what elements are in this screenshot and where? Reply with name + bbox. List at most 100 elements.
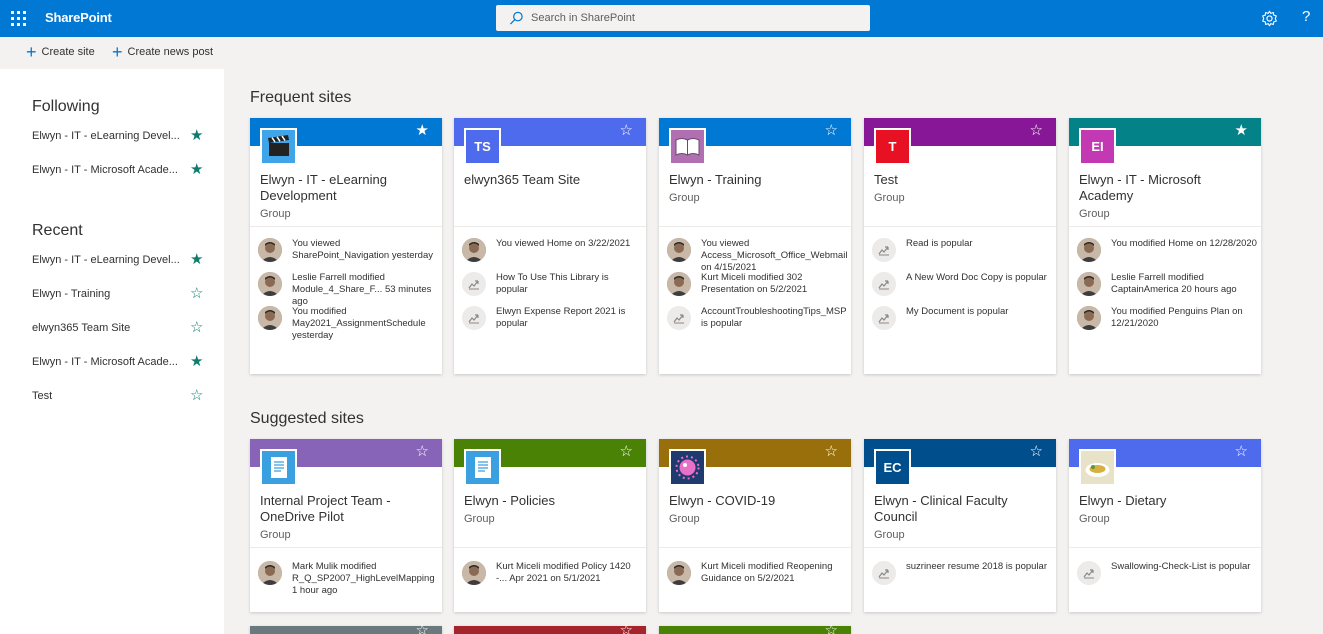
create-site-button[interactable]: + Create site [26, 43, 95, 61]
site-card[interactable]: ☆ [454, 622, 646, 634]
nav-link[interactable]: Elwyn - IT - Microsoft Acade... ★ [32, 353, 212, 373]
trending-icon [667, 306, 691, 330]
activity-item[interactable]: Leslie Farrell modified CaptainAmerica 2… [1077, 272, 1255, 308]
site-card[interactable]: ★ EI Elwyn - IT - Microsoft Academy Group Yo… [1069, 118, 1261, 374]
site-card[interactable]: ☆ Elwyn - Policies Group Kurt Miceli modifi… [454, 439, 646, 612]
activity-item[interactable]: You modified May2021_AssignmentSchedule … [258, 306, 436, 342]
star-filled-icon[interactable]: ★ [416, 122, 429, 140]
star-outline-icon[interactable]: ☆ [825, 443, 838, 461]
star-outline-icon[interactable]: ☆ [1235, 443, 1248, 461]
activity-item[interactable]: How To Use This Library is popular [462, 272, 640, 308]
activity-item[interactable]: A New Word Doc Copy is popular [872, 272, 1050, 308]
nav-link[interactable]: Elwyn - IT - eLearning Devel... ★ [32, 251, 212, 271]
star-filled-icon[interactable]: ★ [190, 127, 203, 145]
site-logo-initials: EC [883, 460, 902, 475]
nav-link[interactable]: Test ☆ [32, 387, 212, 407]
site-logo: EI [1079, 128, 1116, 165]
star-outline-icon[interactable]: ☆ [620, 443, 633, 461]
star-outline-icon[interactable]: ☆ [190, 387, 203, 405]
create-site-label: Create site [41, 46, 95, 58]
help-icon[interactable]: ? [1302, 8, 1310, 25]
activity-item[interactable]: You modified Home on 12/28/2020 [1077, 238, 1257, 274]
site-title[interactable]: Elwyn - IT - eLearning Development [260, 172, 435, 204]
site-card[interactable]: ☆ EC Elwyn - Clinical Faculty Council Group… [864, 439, 1056, 612]
site-card[interactable]: ☆ Elwyn - Training Group You viewed Access_… [659, 118, 851, 374]
site-title[interactable]: Elwyn - Clinical Faculty Council [874, 493, 1049, 525]
activity-item[interactable]: Leslie Farrell modified Module_4_Share_F… [258, 272, 436, 308]
create-news-post-button[interactable]: + Create news post [112, 43, 213, 61]
star-outline-icon[interactable]: ☆ [1030, 443, 1043, 461]
star-filled-icon[interactable]: ★ [190, 251, 203, 269]
site-title[interactable]: Elwyn - Dietary [1079, 493, 1254, 509]
activity-item[interactable]: Elwyn Expense Report 2021 is popular [462, 306, 640, 342]
activity-item[interactable]: Swallowing-Check-List is popular [1077, 561, 1255, 597]
virus-icon [669, 449, 706, 486]
activity-item[interactable]: AccountTroubleshootingTips_MSP is popula… [667, 306, 846, 342]
nav-link-label: Elwyn - IT - Microsoft Acade... [32, 164, 178, 176]
nav-link-label: Elwyn - IT - eLearning Devel... [32, 254, 180, 266]
site-card[interactable]: ☆ [659, 622, 851, 634]
avatar [1077, 306, 1101, 330]
site-card[interactable]: ☆ Elwyn - COVID-19 Group Kurt Miceli modifi… [659, 439, 851, 612]
site-card[interactable]: ☆ TS elwyn365 Team Site You viewed Home on … [454, 118, 646, 374]
star-outline-icon[interactable]: ☆ [620, 122, 633, 140]
star-outline-icon[interactable]: ☆ [416, 443, 429, 461]
star-filled-icon[interactable]: ★ [1235, 122, 1248, 140]
suggested-sites-heading: Suggested sites [250, 410, 364, 427]
star-outline-icon[interactable]: ☆ [1030, 122, 1043, 140]
nav-link[interactable]: Elwyn - IT - Microsoft Acade... ★ [32, 161, 212, 181]
activity-item[interactable]: You viewed Access_Microsoft_Office_Webma… [667, 238, 847, 274]
site-logo: TS [464, 128, 501, 165]
settings-gear-icon[interactable] [1261, 10, 1278, 27]
avatar [462, 238, 486, 262]
app-title[interactable]: SharePoint [45, 10, 112, 25]
app-launcher-icon[interactable] [11, 11, 26, 26]
activity-text: Leslie Farrell modified CaptainAmerica 2… [1111, 272, 1237, 295]
activity-item[interactable]: Mark Mulik modified R_Q_SP2007_HighLevel… [258, 561, 436, 597]
site-card[interactable]: ☆ T Test Group Read is popular A New Word Doc… [864, 118, 1056, 374]
site-title[interactable]: Test [874, 172, 1049, 188]
site-card[interactable]: ☆ Elwyn - Dietary Group Swallowing-Check-Li… [1069, 439, 1261, 612]
book-icon [669, 128, 706, 165]
site-title[interactable]: elwyn365 Team Site [464, 172, 639, 188]
trending-icon [872, 306, 896, 330]
activity-item[interactable]: My Document is popular [872, 306, 1050, 342]
left-navigation: Following Elwyn - IT - eLearning Devel..… [0, 69, 224, 634]
site-type-label: Group [464, 513, 495, 525]
site-title[interactable]: Internal Project Team - OneDrive Pilot [260, 493, 435, 525]
star-filled-icon[interactable]: ★ [190, 161, 203, 179]
activity-item[interactable]: You viewed Home on 3/22/2021 [462, 238, 640, 274]
star-outline-icon[interactable]: ☆ [190, 285, 203, 303]
trending-icon [872, 561, 896, 585]
site-title[interactable]: Elwyn - IT - Microsoft Academy [1079, 172, 1254, 204]
star-outline-icon[interactable]: ☆ [416, 622, 429, 634]
site-title[interactable]: Elwyn - Policies [464, 493, 639, 509]
nav-link-label: Elwyn - Training [32, 288, 111, 300]
site-card[interactable]: ☆ [250, 622, 442, 634]
activity-item[interactable]: Kurt Miceli modified Reopening Guidance … [667, 561, 845, 597]
activity-item[interactable]: Kurt Miceli modified 302 Presentation on… [667, 272, 845, 308]
star-filled-icon[interactable]: ★ [190, 353, 203, 371]
activity-text: Elwyn Expense Report 2021 is popular [496, 306, 626, 329]
site-card[interactable]: ★ Elwyn - IT - eLearning Development Group… [250, 118, 442, 374]
search-box[interactable]: Search in SharePoint [496, 5, 870, 31]
nav-link[interactable]: Elwyn - Training ☆ [32, 285, 212, 305]
nav-link[interactable]: elwyn365 Team Site ☆ [32, 319, 212, 339]
card-divider [1069, 226, 1261, 227]
star-outline-icon[interactable]: ☆ [825, 122, 838, 140]
star-outline-icon[interactable]: ☆ [825, 622, 838, 634]
avatar [667, 561, 691, 585]
site-card[interactable]: ☆ Internal Project Team - OneDrive Pilot G… [250, 439, 442, 612]
activity-item[interactable]: suzrineer resume 2018 is popular [872, 561, 1050, 597]
star-outline-icon[interactable]: ☆ [620, 622, 633, 634]
activity-item[interactable]: You modified Penguins Plan on 12/21/2020 [1077, 306, 1255, 342]
site-title[interactable]: Elwyn - COVID-19 [669, 493, 844, 509]
star-outline-icon[interactable]: ☆ [190, 319, 203, 337]
site-title[interactable]: Elwyn - Training [669, 172, 844, 188]
activity-text: You viewed SharePoint_Navigation yesterd… [292, 238, 434, 261]
nav-link[interactable]: Elwyn - IT - eLearning Devel... ★ [32, 127, 212, 147]
activity-item[interactable]: Read is popular [872, 238, 1050, 274]
site-type-label: Group [874, 529, 905, 541]
activity-item[interactable]: Kurt Miceli modified Policy 1420 -... Ap… [462, 561, 640, 597]
activity-item[interactable]: You viewed SharePoint_Navigation yesterd… [258, 238, 436, 274]
